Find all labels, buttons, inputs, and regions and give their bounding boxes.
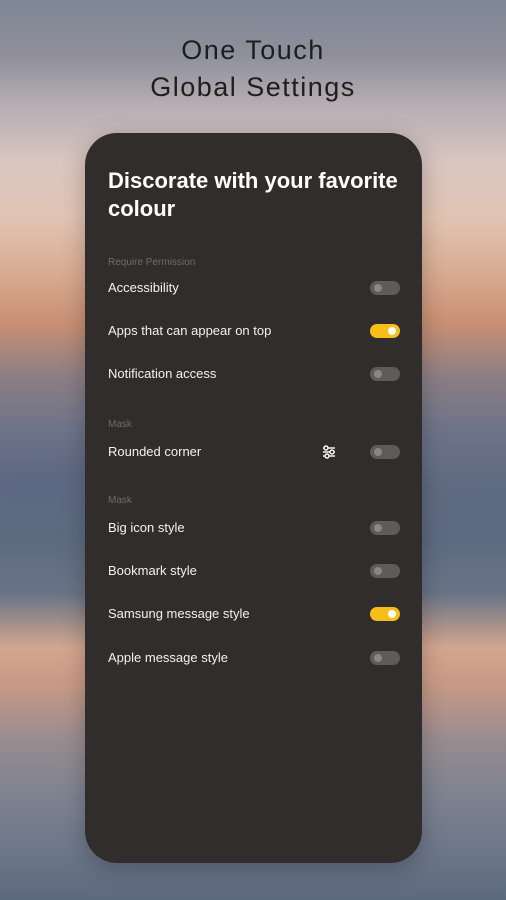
appear-on-top-toggle[interactable] xyxy=(370,324,400,338)
setting-row-accessibility[interactable]: Accessibility xyxy=(108,277,400,299)
setting-label: Apple message style xyxy=(108,650,228,665)
apple-message-style-toggle[interactable] xyxy=(370,651,400,665)
setting-label: Big icon style xyxy=(108,520,185,535)
toggle-knob xyxy=(374,654,382,662)
section-label-require-permission: Require Permission xyxy=(108,257,196,268)
setting-label: Bookmark style xyxy=(108,563,197,578)
toggle-knob xyxy=(374,567,382,575)
bookmark-style-toggle[interactable] xyxy=(370,564,400,578)
headline-line-1: One Touch xyxy=(181,35,325,65)
setting-row-appear-on-top[interactable]: Apps that can appear on top xyxy=(108,320,400,342)
setting-row-big-icon-style[interactable]: Big icon style xyxy=(108,517,400,539)
toggle-knob xyxy=(374,370,382,378)
section-label-mask-2: Mask xyxy=(108,495,132,506)
big-icon-style-toggle[interactable] xyxy=(370,521,400,535)
tune-icon[interactable] xyxy=(322,445,336,459)
notification-access-toggle[interactable] xyxy=(370,367,400,381)
setting-row-samsung-message-style[interactable]: Samsung message style xyxy=(108,603,400,625)
card-title: Discorate with your favorite colour xyxy=(108,168,398,221)
section-label-mask: Mask xyxy=(108,419,132,430)
toggle-knob xyxy=(388,610,396,618)
setting-label: Accessibility xyxy=(108,280,179,295)
settings-card: Discorate with your favorite colour Requ… xyxy=(85,133,422,863)
headline-line-2: Global Settings xyxy=(150,72,356,102)
toggle-knob xyxy=(374,448,382,456)
setting-row-bookmark-style[interactable]: Bookmark style xyxy=(108,560,400,582)
rounded-corner-toggle[interactable] xyxy=(370,445,400,459)
headline: One Touch Global Settings xyxy=(0,32,506,106)
setting-label: Notification access xyxy=(108,366,217,381)
setting-row-rounded-corner[interactable]: Rounded corner xyxy=(108,441,400,463)
accessibility-toggle[interactable] xyxy=(370,281,400,295)
samsung-message-style-toggle[interactable] xyxy=(370,607,400,621)
setting-row-apple-message-style[interactable]: Apple message style xyxy=(108,647,400,669)
setting-label: Apps that can appear on top xyxy=(108,323,272,338)
toggle-knob xyxy=(374,284,382,292)
setting-row-notification-access[interactable]: Notification access xyxy=(108,363,400,385)
toggle-knob xyxy=(374,524,382,532)
toggle-knob xyxy=(388,327,396,335)
setting-label: Samsung message style xyxy=(108,606,250,621)
setting-label: Rounded corner xyxy=(108,444,202,459)
